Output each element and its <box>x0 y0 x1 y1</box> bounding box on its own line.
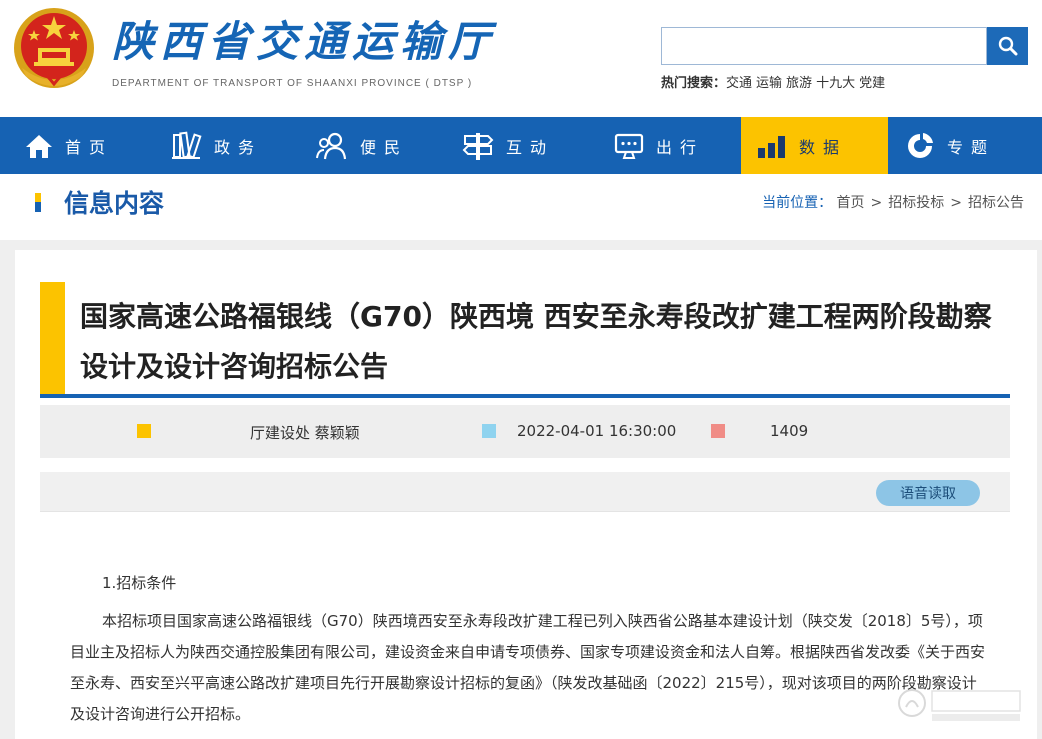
nav-item-label: 政务 <box>214 137 263 157</box>
home-icon <box>26 134 52 158</box>
nav-item-interaction[interactable]: 互动 <box>462 117 609 174</box>
breadcrumb-link-home[interactable]: 首页 <box>837 195 865 211</box>
article-author: 厅建设处 蔡颖颖 <box>250 424 360 442</box>
national-emblem-icon <box>14 8 94 88</box>
hot-search-keyword[interactable]: 旅游 <box>786 76 812 91</box>
watermark-logo-icon <box>898 689 1021 721</box>
bar-chart-icon <box>758 135 785 158</box>
search-input[interactable] <box>661 27 987 65</box>
hot-search-keyword[interactable]: 十九大 <box>816 76 855 91</box>
author-marker-icon <box>137 424 151 438</box>
breadcrumb-separator: > <box>870 195 883 211</box>
site-subtitle: DEPARTMENT OF TRANSPORT OF SHAANXI PROVI… <box>112 78 473 89</box>
hot-search: 热门搜索：交通 运输 旅游 十九大 党建 <box>661 72 889 91</box>
signpost-icon <box>462 132 494 160</box>
article-toolbar <box>40 472 1010 512</box>
nav-item-label: 出行 <box>656 137 705 157</box>
breadcrumb-label: 当前位置： <box>762 195 833 211</box>
title-accent-bar <box>40 282 65 396</box>
site-header: 陕西省交通运输厅 DEPARTMENT OF TRANSPORT OF SHAA… <box>0 0 1042 117</box>
title-divider <box>40 394 1010 398</box>
views-marker-icon <box>711 424 725 438</box>
article-title: 国家高速公路福银线（G70）陕西境 西安至永寿段改扩建工程两阶段勘察设计及设计咨… <box>80 300 992 383</box>
hot-search-keyword[interactable]: 运输 <box>756 76 782 91</box>
breadcrumb: 当前位置： 首页 > 招标投标 > 招标公告 <box>762 192 1024 212</box>
hot-search-keyword[interactable]: 交通 <box>726 76 752 91</box>
nav-item-label: 专题 <box>947 137 996 157</box>
breadcrumb-link-announcement[interactable]: 招标公告 <box>968 195 1024 211</box>
site-title[interactable]: 陕西省交通运输厅 <box>112 8 496 69</box>
date-marker-icon <box>482 424 496 438</box>
section-title: 信息内容 <box>64 189 165 218</box>
main-nav: 首页 政务 便民 互动 出行 数据 专题 <box>0 117 1042 174</box>
nav-item-home[interactable]: 首页 <box>0 117 147 174</box>
nav-item-special[interactable]: 专题 <box>905 117 1042 174</box>
nav-item-convenience[interactable]: 便民 <box>316 117 463 174</box>
nav-item-government[interactable]: 政务 <box>170 117 317 174</box>
hot-search-label: 热门搜索： <box>661 76 727 91</box>
nav-item-label: 互动 <box>506 137 555 157</box>
nav-item-label: 便民 <box>360 137 409 157</box>
search-icon <box>998 36 1017 56</box>
section-marker <box>35 193 41 212</box>
people-icon <box>316 132 347 159</box>
section-heading: 1.招标条件 <box>102 574 177 592</box>
ring-icon <box>908 132 933 158</box>
search-button[interactable] <box>987 27 1028 65</box>
article-date: 2022-04-01 16:30:00 <box>517 422 677 440</box>
nav-item-label: 首页 <box>65 137 114 157</box>
monitor-icon <box>614 133 644 159</box>
article-views: 1409 <box>770 422 809 440</box>
nav-item-data[interactable]: 数据 <box>741 117 888 174</box>
breadcrumb-link-bidding[interactable]: 招标投标 <box>888 195 944 211</box>
nav-item-label: 数据 <box>799 137 848 157</box>
nav-item-travel[interactable]: 出行 <box>614 117 741 174</box>
books-icon <box>172 131 202 159</box>
breadcrumb-separator: > <box>950 195 962 211</box>
read-aloud-button[interactable]: 语音读取 <box>876 480 980 506</box>
hot-search-keyword[interactable]: 党建 <box>859 76 885 91</box>
article-paragraph: 本招标项目国家高速公路福银线（G70）陕西境西安至永寿段改扩建工程已列入陕西省公… <box>70 612 986 723</box>
